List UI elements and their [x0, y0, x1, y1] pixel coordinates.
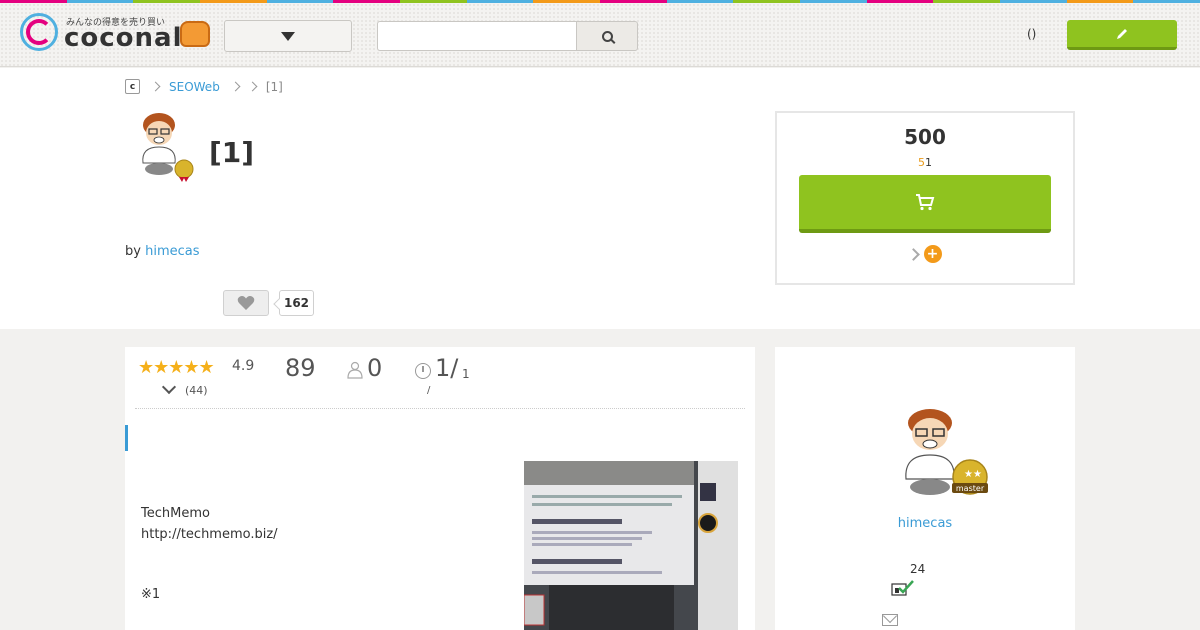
- sales-count: 89: [285, 354, 316, 382]
- options-link[interactable]: +: [777, 245, 1073, 263]
- service-title: [1]: [209, 136, 255, 169]
- divider: [135, 408, 745, 409]
- in-progress-count: 0: [367, 354, 383, 382]
- favorite-button[interactable]: [223, 290, 269, 316]
- chevron-right-icon: [906, 247, 920, 261]
- price-sub-number: 1: [925, 156, 932, 169]
- seller-card: ★★ master himecas 24: [775, 347, 1075, 630]
- service-detail-card: ★★★★★ 4.9 (44) 89 0 1/ 1 / TechMemo http…: [125, 347, 755, 630]
- delivery-days: 1/: [435, 354, 458, 382]
- star-rating-icon: ★★★★★: [138, 357, 215, 378]
- seller-stat-count: 24: [910, 562, 926, 576]
- home-icon[interactable]: c: [125, 79, 140, 94]
- logo-mark: [20, 13, 58, 51]
- master-badge: master: [956, 484, 985, 493]
- purchase-button[interactable]: [799, 175, 1051, 233]
- price: 500: [904, 125, 946, 149]
- review-count[interactable]: (44): [185, 384, 208, 397]
- chevron-right-icon: [150, 81, 161, 92]
- service-screenshot-image[interactable]: [524, 461, 738, 630]
- chevron-down-icon[interactable]: [161, 379, 177, 395]
- delivery-days-slash: /: [427, 385, 431, 396]
- rating-value: 4.9: [232, 358, 255, 374]
- service-header-section: c SEOWeb [1] [1] by himecas 162 500 51 +: [0, 68, 1200, 329]
- site-header: みんなの得意を売り買い coconala (): [0, 3, 1200, 67]
- caret-down-icon: [281, 31, 295, 41]
- delivery-days-value: 1: [435, 354, 451, 382]
- cart-icon: [916, 194, 935, 211]
- byline: by himecas: [125, 244, 200, 259]
- breadcrumb: c SEOWeb [1]: [125, 79, 283, 94]
- clock-icon: [415, 363, 431, 379]
- by-label: by: [125, 244, 141, 259]
- identity-verified-icon: [891, 580, 914, 596]
- search-button[interactable]: [576, 21, 638, 51]
- price-subtext: 51: [777, 156, 1073, 169]
- category-dropdown[interactable]: [224, 20, 352, 52]
- delivery-days-sub: 1: [462, 367, 470, 381]
- heart-icon: [237, 296, 255, 310]
- breadcrumb-category[interactable]: SEOWeb: [169, 80, 220, 94]
- header-paren-text: (): [1027, 27, 1037, 41]
- person-icon: [347, 361, 363, 379]
- seller-link[interactable]: himecas: [145, 244, 199, 259]
- purchase-box: 500 51 +: [775, 111, 1075, 285]
- mascot-cat-icon: [180, 21, 210, 47]
- search-input[interactable]: [377, 21, 577, 51]
- search-icon: [601, 30, 613, 42]
- description-text: TechMemo http://techmemo.biz/: [141, 506, 278, 542]
- description-note: ※1: [141, 587, 161, 602]
- price-sub-highlight: 5: [918, 156, 925, 169]
- chevron-right-icon: [247, 81, 258, 92]
- post-button[interactable]: [1067, 20, 1177, 50]
- plus-circle-icon: +: [923, 245, 942, 263]
- svg-text:★★: ★★: [964, 469, 982, 480]
- chevron-right-icon: [230, 81, 241, 92]
- favorite-count: 162: [279, 290, 314, 316]
- delivery-days-prefix: /: [450, 354, 459, 382]
- mail-icon[interactable]: [882, 614, 898, 626]
- seller-avatar-small[interactable]: [133, 111, 199, 183]
- seller-name-link[interactable]: himecas: [775, 516, 1075, 531]
- pencil-icon: [1117, 28, 1127, 39]
- seller-avatar[interactable]: ★★ master: [892, 407, 992, 507]
- logo[interactable]: みんなの得意を売り買い coconala: [20, 11, 215, 59]
- section-heading-bar: [125, 425, 128, 451]
- breadcrumb-current: [1]: [265, 79, 283, 94]
